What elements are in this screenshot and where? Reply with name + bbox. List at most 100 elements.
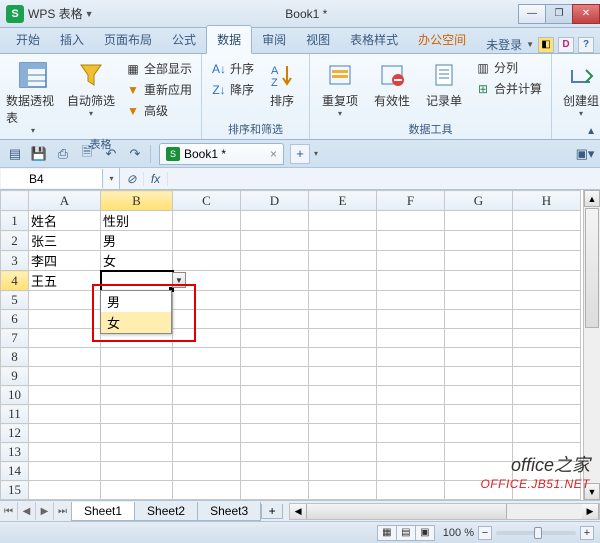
sort-asc-button[interactable]: A↓升序 <box>208 59 257 78</box>
tab-formula[interactable]: 公式 <box>162 26 206 53</box>
view-break-icon[interactable]: ▣ <box>415 525 435 541</box>
zoom-knob[interactable] <box>534 527 542 539</box>
login-link[interactable]: 未登录 <box>486 36 522 53</box>
zoom-in-button[interactable]: + <box>580 526 594 540</box>
scroll-thumb[interactable] <box>585 208 599 328</box>
dropdown-option[interactable]: 男 <box>101 291 171 312</box>
row-header[interactable]: 11 <box>1 405 29 424</box>
sheet-nav-first-icon[interactable]: ⏮ <box>0 502 18 520</box>
insert-function-icon[interactable]: ⊘ <box>120 172 144 186</box>
row-header[interactable]: 12 <box>1 424 29 443</box>
spreadsheet-grid[interactable]: A B C D E F G H 1姓名性别 2张三男 3李四女 4王五 5 6 … <box>0 190 600 500</box>
validation-dropdown-list[interactable]: 男 女 <box>100 290 172 334</box>
reapply-button[interactable]: ▼重新应用 <box>122 80 195 99</box>
add-sheet-button[interactable]: + <box>261 504 283 519</box>
duplicates-button[interactable]: 重复项▾ <box>316 56 364 118</box>
sheet-nav-prev-icon[interactable]: ◀ <box>18 502 36 520</box>
row-header[interactable]: 10 <box>1 386 29 405</box>
cell[interactable]: 姓名 <box>29 211 101 231</box>
zoom-out-button[interactable]: − <box>478 526 492 540</box>
app-menu-dropdown-icon[interactable]: ▼ <box>85 9 94 19</box>
row-header[interactable]: 9 <box>1 367 29 386</box>
tab-layout[interactable]: 页面布局 <box>94 26 162 53</box>
name-box[interactable]: B4 <box>1 169 103 188</box>
sort-desc-button[interactable]: Z↓降序 <box>208 80 257 99</box>
cell[interactable]: 李四 <box>29 251 101 271</box>
cell[interactable]: 张三 <box>29 231 101 251</box>
tab-view[interactable]: 视图 <box>296 26 340 53</box>
cell[interactable]: 王五 <box>29 271 101 291</box>
active-cell[interactable] <box>101 271 173 291</box>
horizontal-scrollbar[interactable]: ◀ ▶ <box>289 503 600 520</box>
col-header-B[interactable]: B <box>101 191 173 211</box>
tab-review[interactable]: 审阅 <box>252 26 296 53</box>
scroll-down-icon[interactable]: ▼ <box>584 483 600 500</box>
minimize-button[interactable]: — <box>518 4 546 24</box>
cell[interactable]: 性别 <box>101 211 173 231</box>
validation-button[interactable]: 有效性 <box>368 56 416 109</box>
show-all-button[interactable]: ▦全部显示 <box>122 59 195 78</box>
tab-close-icon[interactable]: × <box>270 147 277 161</box>
skin-icon[interactable]: ◧ <box>538 37 554 53</box>
view-normal-icon[interactable]: ▦ <box>377 525 397 541</box>
col-header-A[interactable]: A <box>29 191 101 211</box>
row-header[interactable]: 4 <box>1 271 29 291</box>
cell[interactable]: 男 <box>101 231 173 251</box>
select-all-corner[interactable] <box>1 191 29 211</box>
create-group-button[interactable]: 创建组▾ <box>558 56 600 118</box>
tab-start[interactable]: 开始 <box>6 26 50 53</box>
ribbon-collapse-icon[interactable]: ▲ <box>586 126 596 137</box>
sheet-tab[interactable]: Sheet2 <box>134 502 198 521</box>
scroll-thumb[interactable] <box>307 504 507 519</box>
col-header-C[interactable]: C <box>173 191 241 211</box>
row-header[interactable]: 3 <box>1 251 29 271</box>
col-header-F[interactable]: F <box>377 191 445 211</box>
row-header[interactable]: 16 <box>1 500 29 501</box>
window-list-icon[interactable]: ▣▾ <box>574 144 596 164</box>
help-icon[interactable]: ? <box>578 37 594 53</box>
row-header[interactable]: 13 <box>1 443 29 462</box>
form-button[interactable]: 记录单 <box>420 56 468 109</box>
consolidate-button[interactable]: ⊞合并计算 <box>472 79 545 98</box>
row-header[interactable]: 14 <box>1 462 29 481</box>
cell[interactable]: 女 <box>101 251 173 271</box>
sheet-nav-next-icon[interactable]: ▶ <box>36 502 54 520</box>
d-icon[interactable]: D <box>558 37 574 53</box>
scroll-right-icon[interactable]: ▶ <box>582 504 599 519</box>
fx-icon[interactable]: fx <box>144 172 168 186</box>
sort-button[interactable]: AZ 排序 <box>261 56 303 109</box>
scroll-left-icon[interactable]: ◀ <box>290 504 307 519</box>
tab-data[interactable]: 数据 <box>206 25 252 54</box>
dropdown-option[interactable]: 女 <box>101 312 171 333</box>
row-header[interactable]: 1 <box>1 211 29 231</box>
scroll-up-icon[interactable]: ▲ <box>584 190 600 207</box>
pivot-table-button[interactable]: 数据透视表 ▾ <box>6 56 60 135</box>
col-header-G[interactable]: G <box>445 191 513 211</box>
row-header[interactable]: 5 <box>1 291 29 310</box>
col-header-E[interactable]: E <box>309 191 377 211</box>
row-header[interactable]: 7 <box>1 329 29 348</box>
col-header-H[interactable]: H <box>513 191 581 211</box>
new-tab-button[interactable]: + <box>290 144 310 164</box>
row-header[interactable]: 15 <box>1 481 29 500</box>
row-header[interactable]: 8 <box>1 348 29 367</box>
vertical-scrollbar[interactable]: ▲ ▼ <box>583 190 600 500</box>
sheet-nav-last-icon[interactable]: ⏭ <box>54 502 72 520</box>
sheet-tab[interactable]: Sheet3 <box>197 502 261 521</box>
view-page-icon[interactable]: ▤ <box>396 525 416 541</box>
tab-tablestyle[interactable]: 表格样式 <box>340 26 408 53</box>
auto-filter-button[interactable]: 自动筛选 ▾ <box>64 56 118 118</box>
col-header-D[interactable]: D <box>241 191 309 211</box>
row-header[interactable]: 2 <box>1 231 29 251</box>
zoom-slider[interactable] <box>496 531 576 535</box>
name-box-dropdown-icon[interactable]: ▾ <box>104 168 120 189</box>
row-header[interactable]: 6 <box>1 310 29 329</box>
sheet-tab[interactable]: Sheet1 <box>71 502 135 521</box>
advanced-button[interactable]: ▼高级 <box>122 101 195 120</box>
split-button[interactable]: ▥分列 <box>472 58 545 77</box>
close-button[interactable]: ✕ <box>572 4 600 24</box>
tab-insert[interactable]: 插入 <box>50 26 94 53</box>
cell-dropdown-handle[interactable]: ▼ <box>172 272 186 288</box>
maximize-button[interactable]: ❐ <box>545 4 573 24</box>
tab-office-space[interactable]: 办公空间 <box>408 26 476 53</box>
